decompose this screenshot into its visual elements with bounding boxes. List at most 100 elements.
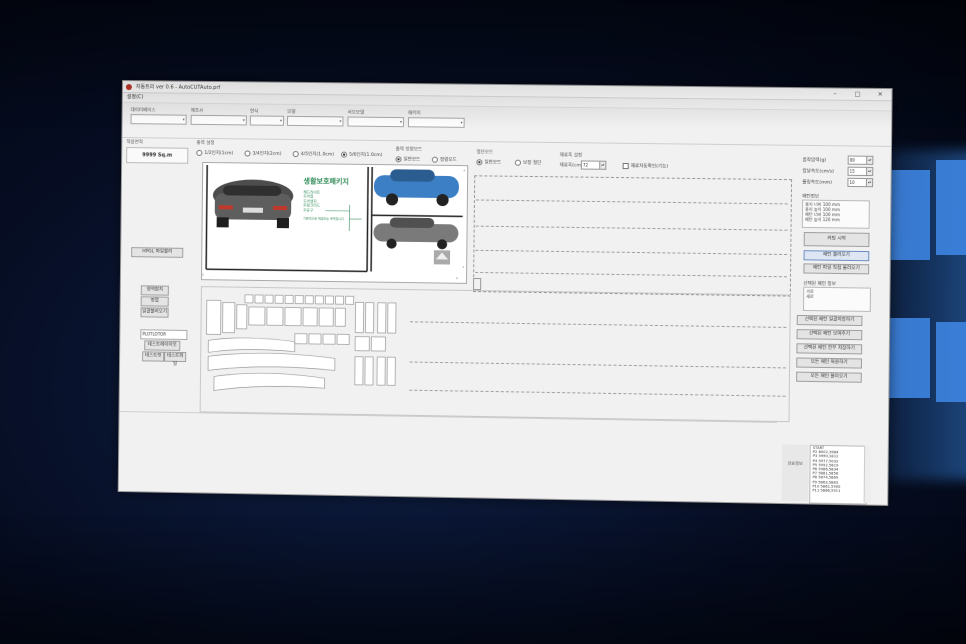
package-part-list: 헤드라이트 도어컵 도어엣지 트렁크리드 주유구 [303,190,320,212]
option-label: 1/2인치(1cm) [204,150,234,157]
nesting-option-1[interactable]: 정렬모드 [431,156,457,164]
package-preview: ‹ › ˄ ˅ 생활보호패키지 헤드라이트 도어컵 도어엣지 트렁크리드 주유구… [201,161,469,284]
rolling-speed-label: 롤링속도(mm) [802,180,832,186]
info-line: 패턴 높이 120 mm [804,216,840,223]
canvas-corner-marker [473,277,482,291]
filter-package: 패키지 ▾ [407,110,465,128]
radio-icon [244,150,251,157]
chevron-down-icon: ▾ [460,119,463,125]
coordinate-list[interactable]: START P2 8002,3984 P3 5990,5812 P4 5977,… [809,444,868,505]
pattern-pieces [205,293,407,412]
menu-settings[interactable]: 설정(C) [127,94,144,100]
test-layout-button[interactable]: 테스트레이아웃 [144,340,181,351]
start-cutting-button[interactable]: 커팅 시작 [803,231,870,248]
app-window: 자동트리 ver 0.6 - AutoCUTAuto.prf – □ ✕ 설정(… [117,80,893,506]
output-option-0[interactable]: 1/2인치(1cm) [196,149,234,157]
area-label: 적용면적 [126,140,143,146]
radio-icon [196,149,203,156]
spinner-arrows-icon[interactable]: ▴▾ [599,160,607,170]
restore-all-button[interactable]: 모든 패턴 복원하기 [796,357,863,369]
radio-icon [292,151,299,158]
checkbox-icon [622,162,629,170]
svg-text:˅: ˅ [462,266,465,273]
chevron-down-icon: ▾ [339,118,342,124]
option-label: 일반모드 [403,157,421,163]
suction-input[interactable]: 80 [847,155,868,165]
close-icon[interactable]: ✕ [869,91,892,98]
desktop: { "window": { "title": "자동트리 ver 0.6 - A… [0,0,966,644]
app-icon [125,83,132,90]
package-footnote: 기본적으로 제공되는 부위입니다 [303,216,344,221]
option-label: 보정 절단 [522,160,542,167]
maximize-icon[interactable]: □ [846,91,869,98]
material-title: 재료폭 설정 [559,153,583,159]
nesting-option-0[interactable]: 일반모드 [395,156,421,163]
output-option-3[interactable]: 5/6인치(1.0cm) [341,151,383,159]
blade-speed-label: 칼날속도(cm/s) [802,169,835,175]
submodel-dropdown[interactable]: ▾ [347,116,405,128]
auto-material-checkbox[interactable]: 재료자동확인(기능) [622,162,669,170]
material-canvas[interactable] [472,175,793,297]
option-label: 3/4인치(2cm) [252,151,282,157]
merge-button[interactable]: 영역합치 [140,285,169,296]
port-value: PLOTLOTOR [142,331,167,337]
hpgl-load-button[interactable]: HPGL 파일불러 [131,247,184,258]
cut-option-1[interactable]: 보정 절단 [514,159,542,167]
test-cut-button[interactable]: 테스트컷 [142,351,165,362]
info-line: 세로 [806,293,814,299]
save-selected-button[interactable]: 선택된 패턴 일괄저장하기 [796,314,863,327]
radio-icon [431,156,438,163]
coordinate-list-scrollbar[interactable] [863,445,872,503]
load-all-button[interactable]: 모든 패턴 불러오기 [796,371,862,383]
option-label: 5/6인치(1.0cm) [349,152,383,159]
model-dropdown[interactable]: ▾ [286,115,344,127]
material-width-input[interactable]: 72 [580,160,601,170]
spinner-arrows-icon[interactable]: ▴▾ [866,155,874,165]
filter-manufacturer: 제조사 ▾ [190,108,247,126]
package-headline: 생활보호패키지 [303,177,349,186]
area-value: 9999 Sq.m [126,147,189,164]
filter-database: 데이터베이스 ▾ [130,107,187,125]
save-all-selected-button[interactable]: 선택된 패턴 전부 저장하기 [796,343,863,355]
spinner-arrows-icon[interactable]: ▴▾ [866,166,874,177]
svg-text:›: › [456,276,458,282]
output-option-2[interactable]: 4/5인치(1.0cm) [292,151,335,158]
load-pattern-file-button[interactable]: 패턴 파일 직접 불러오기 [803,263,870,275]
svg-text:˄: ˄ [463,169,466,176]
coord-item: P11 5866,5911 [812,488,841,493]
selected-pattern-box: 가로 세로 [802,286,871,312]
port-dropdown[interactable]: PLOTLOTOR [140,329,188,341]
radio-icon [514,159,522,166]
batch-load-button[interactable]: 일괄불러오기 [140,307,169,318]
output-settings-title: 출력 설정 [196,140,215,147]
minimize-icon[interactable]: – [824,90,847,97]
cut-option-0[interactable]: 일반모드 [476,159,502,166]
year-dropdown[interactable]: ▾ [249,115,285,126]
output-option-1[interactable]: 3/4인치(2cm) [244,150,282,157]
filter-submodel: 서브모델 ▾ [347,109,405,128]
rolling-speed-input[interactable]: 10 [847,177,868,188]
database-dropdown[interactable]: ▾ [130,114,187,125]
left-panel: 적용면적 9999 Sq.m HPGL 파일불러 영역합치 정렬 일괄불러오기 … [122,139,189,412]
test-file-button[interactable]: 테스트파일 [164,351,187,367]
package-dropdown[interactable]: ▾ [407,117,465,128]
load-pattern-button[interactable]: 패턴 불러오기 [803,250,870,262]
chevron-down-icon: ▾ [242,117,245,123]
align-button[interactable]: 정렬 [140,296,169,307]
radio-selected-icon [476,159,483,166]
part-item: 주유구 [303,207,314,213]
option-label: 정렬모드 [439,157,457,164]
radio-selected-icon [341,151,348,158]
option-label: 4/5인치(1.0cm) [300,152,335,158]
material-width-label: 재료폭(cm) [559,163,583,169]
blade-speed-input[interactable]: 15 [847,166,868,177]
chevron-down-icon: ▾ [279,117,283,123]
chevron-down-icon: ▾ [399,119,402,125]
spinner-arrows-icon[interactable]: ▴▾ [865,178,874,188]
show-selected-button[interactable]: 선택된 패턴 보여주기 [796,329,863,341]
chevron-down-icon: ▾ [182,116,185,122]
manufacturer-dropdown[interactable]: ▾ [190,114,247,126]
option-label: 일반모드 [484,160,502,166]
checkbox-label: 재료자동확인(기능) [630,164,669,170]
radio-selected-icon [395,156,402,163]
